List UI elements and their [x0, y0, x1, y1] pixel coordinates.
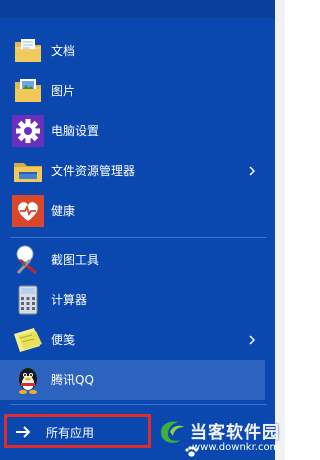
chevron-right-icon[interactable] [247, 332, 257, 348]
menu-item-label: 截图工具 [51, 253, 100, 267]
qq-penguin-icon [12, 364, 44, 396]
documents-folder-icon [12, 35, 44, 67]
menu-divider [10, 404, 267, 405]
menu-item-label: 腾讯QQ [51, 373, 94, 387]
menu-item-label: 便笺 [51, 333, 76, 347]
menu-item-health[interactable]: 健康 [0, 191, 265, 231]
file-explorer-icon [12, 155, 44, 187]
menu-item-pc-settings[interactable]: 电脑设置 [0, 111, 265, 151]
menu-item-label: 图片 [51, 84, 76, 98]
menu-item-file-explorer[interactable]: 文件资源管理器 [0, 151, 265, 191]
menu-item-label: 文档 [51, 44, 76, 58]
calculator-icon [12, 284, 44, 316]
pictures-folder-icon [12, 75, 44, 107]
menu-item-label: 电脑设置 [51, 124, 100, 138]
background-strip [275, 0, 285, 460]
sticky-notes-icon [12, 324, 44, 356]
start-menu: 文档 图片 电脑设置 文件资源管理器 健康 截图工具 计算器 便笺 腾讯QQ 所… [0, 0, 275, 460]
menu-item-label: 文件资源管理器 [51, 164, 136, 178]
gear-icon [12, 115, 44, 147]
menu-item-calculator[interactable]: 计算器 [0, 280, 265, 320]
snipping-tool-icon [12, 244, 44, 276]
menu-item-pictures[interactable]: 图片 [0, 71, 265, 111]
menu-item-snipping-tool[interactable]: 截图工具 [0, 240, 265, 280]
menu-divider [10, 237, 267, 238]
watermark: 当客软件园 www.downkr.com [158, 414, 285, 460]
menu-item-documents[interactable]: 文档 [0, 31, 265, 71]
watermark-logo-icon [158, 418, 186, 446]
highlight-callout-frame [4, 414, 151, 448]
menu-item-qq[interactable]: 腾讯QQ [0, 360, 265, 400]
menu-item-sticky-notes[interactable]: 便笺 [0, 320, 265, 360]
menu-item-label: 计算器 [51, 293, 88, 307]
health-heart-icon [12, 195, 44, 227]
watermark-title: 当客软件园 [190, 423, 280, 443]
chevron-right-icon[interactable] [247, 163, 257, 179]
watermark-url: www.downkr.com [192, 442, 280, 453]
menu-item-label: 健康 [51, 204, 76, 218]
